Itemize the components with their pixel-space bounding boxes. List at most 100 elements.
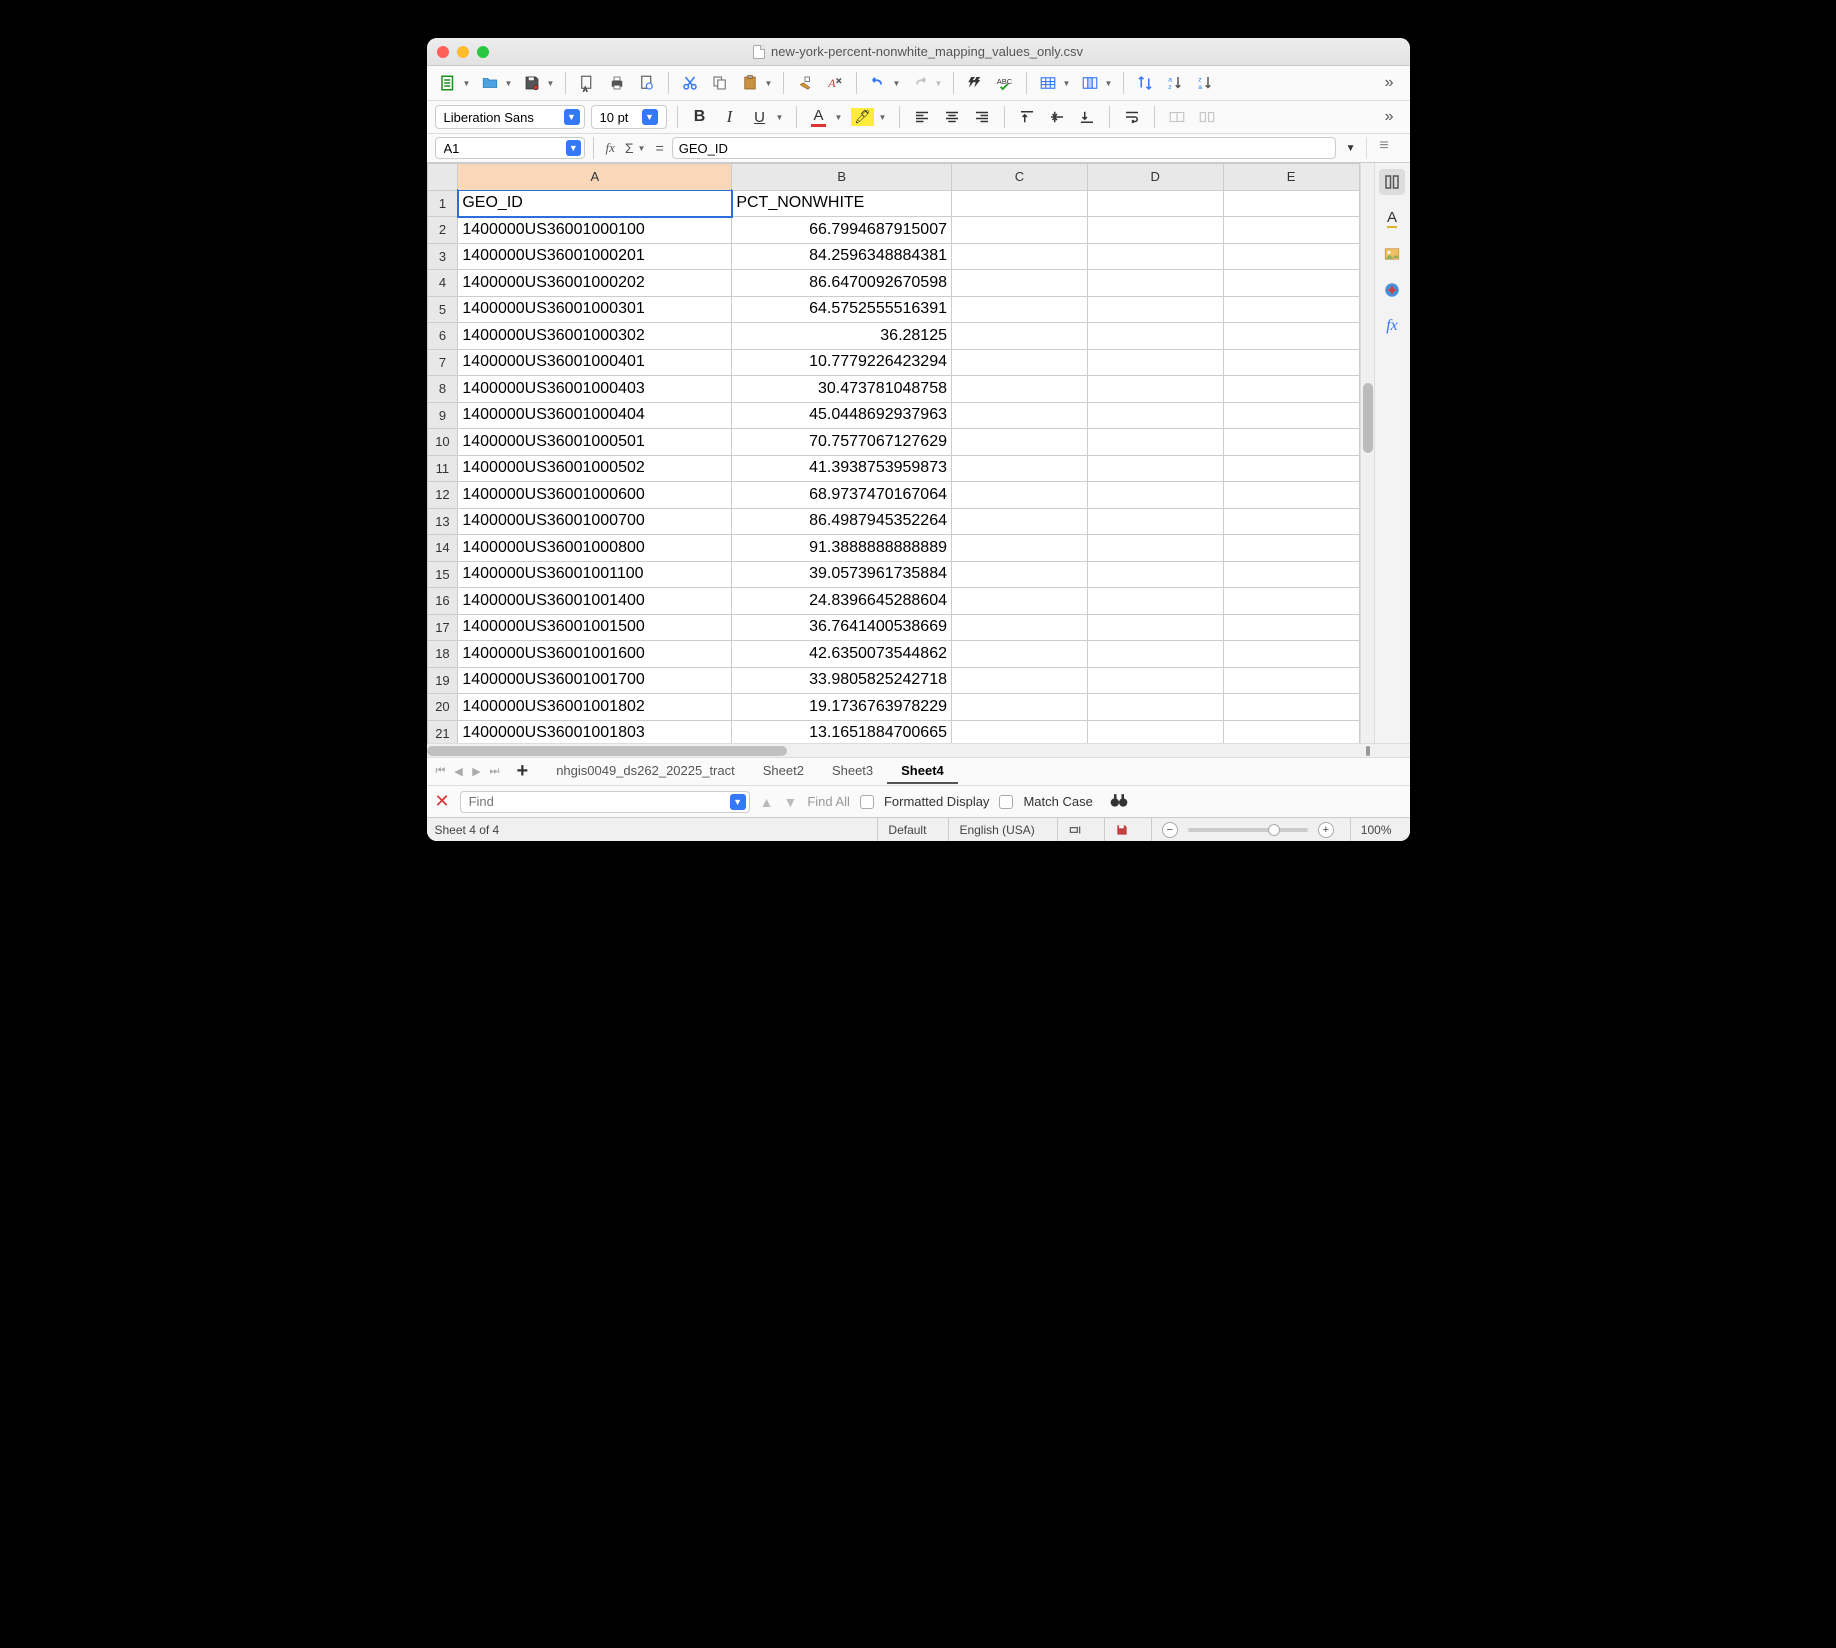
cell[interactable]: 66.7994687915007 xyxy=(732,217,952,244)
cell[interactable] xyxy=(952,641,1088,668)
cell[interactable] xyxy=(1087,614,1223,641)
match-case-checkbox[interactable] xyxy=(999,795,1013,809)
column-header-E[interactable]: E xyxy=(1223,164,1359,191)
cell[interactable] xyxy=(952,535,1088,562)
tab-last-button[interactable]: ⏭ xyxy=(487,764,503,780)
row-header[interactable]: 13 xyxy=(427,508,458,535)
cell[interactable] xyxy=(1223,667,1359,694)
cell[interactable]: 1400000US36001001700 xyxy=(458,667,732,694)
cell[interactable] xyxy=(1223,376,1359,403)
cell[interactable] xyxy=(1223,720,1359,743)
cell[interactable] xyxy=(1223,641,1359,668)
select-all-corner[interactable] xyxy=(427,164,458,191)
cell[interactable] xyxy=(1087,455,1223,482)
status-selection-mode[interactable] xyxy=(1057,818,1092,841)
function-wizard-button[interactable]: fx xyxy=(602,140,619,156)
spellcheck-button[interactable]: ABC xyxy=(992,70,1018,96)
redo-button[interactable] xyxy=(907,70,933,96)
find-dropdown-icon[interactable]: ▼ xyxy=(730,794,746,810)
cell[interactable]: 1400000US36001000600 xyxy=(458,482,732,509)
cell[interactable] xyxy=(952,455,1088,482)
cell[interactable]: 1400000US36001000502 xyxy=(458,455,732,482)
print-button[interactable] xyxy=(604,70,630,96)
spreadsheet-grid[interactable]: ABCDE1GEO_IDPCT_NONWHITE21400000US360010… xyxy=(427,163,1360,743)
highlight-color-dropdown[interactable]: ▼ xyxy=(879,113,889,122)
cell[interactable]: 1400000US36001000202 xyxy=(458,270,732,297)
sidebar-styles-button[interactable]: A xyxy=(1379,205,1405,231)
sheet-tab[interactable]: Sheet3 xyxy=(818,759,887,784)
cell[interactable] xyxy=(1223,323,1359,350)
cell[interactable] xyxy=(1087,270,1223,297)
merge-cells-button[interactable] xyxy=(1165,105,1189,129)
find-prev-button[interactable]: ▲ xyxy=(760,794,774,810)
align-left-button[interactable] xyxy=(910,105,934,129)
cell[interactable] xyxy=(952,296,1088,323)
formula-input[interactable] xyxy=(672,137,1336,159)
find-input[interactable] xyxy=(469,794,730,809)
cell[interactable] xyxy=(1223,402,1359,429)
new-dropdown[interactable]: ▼ xyxy=(463,79,473,88)
underline-dropdown[interactable]: ▼ xyxy=(776,113,786,122)
status-language[interactable]: English (USA) xyxy=(948,818,1044,841)
cell[interactable]: 1400000US36001000501 xyxy=(458,429,732,456)
zoom-in-button[interactable]: + xyxy=(1318,822,1334,838)
row-header[interactable]: 15 xyxy=(427,561,458,588)
font-color-button[interactable]: A xyxy=(807,105,831,129)
row-header[interactable]: 2 xyxy=(427,217,458,244)
minimize-window-button[interactable] xyxy=(457,46,469,58)
zoom-percent[interactable]: 100% xyxy=(1350,818,1402,841)
maximize-window-button[interactable] xyxy=(477,46,489,58)
cell[interactable] xyxy=(952,508,1088,535)
cell[interactable] xyxy=(1087,588,1223,615)
row-header[interactable]: 4 xyxy=(427,270,458,297)
cell[interactable] xyxy=(1087,429,1223,456)
row-header[interactable]: 20 xyxy=(427,694,458,721)
sidebar-properties-button[interactable] xyxy=(1379,169,1405,195)
status-style[interactable]: Default xyxy=(877,818,936,841)
formula-equals-button[interactable]: = xyxy=(652,140,668,156)
cell[interactable]: 91.3888888888889 xyxy=(732,535,952,562)
font-name-dropdown-icon[interactable]: ▼ xyxy=(564,109,580,125)
row-header[interactable]: 9 xyxy=(427,402,458,429)
cell[interactable]: 1400000US36001000404 xyxy=(458,402,732,429)
sidebar-gallery-button[interactable] xyxy=(1379,241,1405,267)
undo-dropdown[interactable]: ▼ xyxy=(893,79,903,88)
row-header[interactable]: 21 xyxy=(427,720,458,743)
bold-button[interactable]: B xyxy=(688,105,712,129)
cell[interactable] xyxy=(952,614,1088,641)
clone-formatting-button[interactable] xyxy=(792,70,818,96)
font-size-combo[interactable]: ▼ xyxy=(591,105,667,129)
cell[interactable]: 10.7779226423294 xyxy=(732,349,952,376)
cell[interactable]: 1400000US36001000100 xyxy=(458,217,732,244)
cell[interactable]: 1400000US36001001600 xyxy=(458,641,732,668)
cell[interactable]: PCT_NONWHITE xyxy=(732,190,952,217)
row-button[interactable] xyxy=(1035,70,1061,96)
column-header-D[interactable]: D xyxy=(1087,164,1223,191)
row-header[interactable]: 17 xyxy=(427,614,458,641)
sheet-tab[interactable]: Sheet4 xyxy=(887,759,958,784)
zoom-slider-knob[interactable] xyxy=(1268,824,1280,836)
sidebar-settings-icon[interactable]: ≡ xyxy=(1379,137,1388,155)
tab-first-button[interactable]: ⏮ xyxy=(433,764,449,780)
cell[interactable] xyxy=(1087,561,1223,588)
vertical-scroll-thumb[interactable] xyxy=(1363,383,1373,453)
row-header[interactable]: 12 xyxy=(427,482,458,509)
cell[interactable]: 1400000US36001000301 xyxy=(458,296,732,323)
sidebar-navigator-button[interactable] xyxy=(1379,277,1405,303)
cell[interactable] xyxy=(1087,217,1223,244)
cell[interactable]: GEO_ID xyxy=(458,190,732,217)
cell[interactable] xyxy=(952,190,1088,217)
close-find-button[interactable]: ✕ xyxy=(435,791,450,812)
zoom-out-button[interactable]: − xyxy=(1162,822,1178,838)
cell[interactable]: 1400000US36001001100 xyxy=(458,561,732,588)
cell[interactable] xyxy=(1223,614,1359,641)
cell[interactable] xyxy=(1087,349,1223,376)
cell[interactable] xyxy=(1223,429,1359,456)
cell[interactable] xyxy=(1223,694,1359,721)
open-button[interactable] xyxy=(477,70,503,96)
save-button[interactable] xyxy=(519,70,545,96)
align-right-button[interactable] xyxy=(970,105,994,129)
cell[interactable]: 36.7641400538669 xyxy=(732,614,952,641)
cell[interactable] xyxy=(1223,349,1359,376)
cell[interactable]: 64.5752555516391 xyxy=(732,296,952,323)
